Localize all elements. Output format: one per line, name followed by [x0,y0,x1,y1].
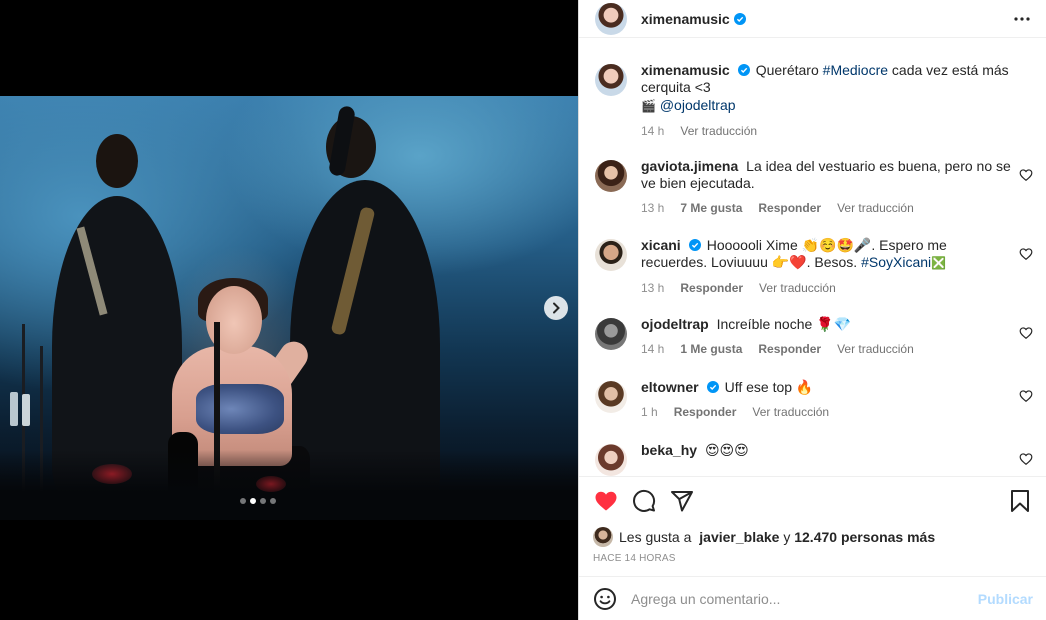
liker-username[interactable]: javier_blake [699,529,779,545]
comment-avatar[interactable] [595,381,627,413]
post-timestamp[interactable]: HACE 14 HORAS [593,553,1033,564]
heart-filled-icon [595,491,617,511]
comment-avatar[interactable] [595,444,627,476]
save-button[interactable] [1007,488,1033,514]
chevron-right-icon [553,302,560,314]
comment-time[interactable]: 13 h [641,280,664,297]
publish-button[interactable]: Publicar [978,591,1033,607]
caption-time[interactable]: 14 h [641,123,664,140]
likes-summary: Les gusta a javier_blake y 12.470 person… [593,527,1033,547]
comment-username[interactable]: ojodeltrap [641,316,709,332]
caption-avatar[interactable] [595,64,627,96]
comment-hashtag[interactable]: #SoyXicani [861,254,931,270]
reply-button[interactable]: Responder [680,280,743,297]
comment-item: gaviota.jimena La idea del vestuario es … [595,158,1035,217]
translate-link[interactable]: Ver traducción [752,404,829,421]
comment-item: eltowner Uff ese top 🔥 1 h Responder Ver … [595,379,1035,421]
stage-light [92,464,132,484]
translate-link[interactable]: Ver traducción [837,200,914,217]
verified-badge-icon [688,239,701,251]
more-options-button[interactable] [1010,8,1034,30]
comment-avatar[interactable] [595,160,627,192]
comment-time[interactable]: 14 h [641,341,664,358]
verified-badge-icon [737,64,750,76]
comment-item: beka_hy 😍😍😍 [595,442,1035,476]
translate-link[interactable]: Ver traducción [837,341,914,358]
post-actions: Les gusta a javier_blake y 12.470 person… [579,476,1046,568]
comment-composer: Publicar [579,576,1046,620]
comment-avatar[interactable] [595,318,627,350]
caption-hashtag[interactable]: #Mediocre [823,62,888,78]
reply-button[interactable]: Responder [674,404,737,421]
comment-username[interactable]: xicani [641,237,681,253]
comment-likes[interactable]: 1 Me gusta [680,341,742,358]
author-avatar[interactable] [595,2,627,35]
comment-likes[interactable]: 7 Me gusta [680,200,742,217]
more-horizontal-icon [1014,17,1030,21]
caption-text: Querétaro [755,62,823,78]
comment-button[interactable] [631,488,657,514]
verified-badge-icon [733,12,746,25]
reply-button[interactable]: Responder [758,341,821,358]
post-media [0,0,578,620]
like-comment-heart-icon[interactable] [1019,168,1033,182]
caption-translate-link[interactable]: Ver traducción [680,123,757,140]
smiley-icon [594,587,616,610]
comment-item: ojodeltrap Increíble noche 🌹💎 14 h 1 Me … [595,316,1035,358]
carousel-dot-active [250,498,256,504]
bookmark-icon [1011,490,1029,512]
caption-username[interactable]: ximenamusic [641,62,730,78]
like-comment-heart-icon[interactable] [1019,452,1033,466]
trumpet-player-head [96,134,138,188]
comment-time[interactable]: 13 h [641,200,664,217]
caption-credit-handle[interactable]: @ojodeltrap [660,97,736,113]
comment-avatar[interactable] [595,239,627,271]
comment-item: xicani Hoooooli Xime 👏☺️🤩🎤. Espero me rec… [595,237,1035,297]
emoji-picker-button[interactable] [593,587,617,611]
like-comment-heart-icon[interactable] [1019,247,1033,261]
carousel-indicator [240,498,276,504]
like-comment-heart-icon[interactable] [1019,389,1033,403]
carousel-dot [260,498,266,504]
action-row [593,487,1033,515]
comment-username[interactable]: eltowner [641,379,699,395]
audience-shadow [0,450,578,520]
bottle [10,392,18,426]
comment-username[interactable]: gaviota.jimena [641,158,738,174]
singer-top [196,384,284,434]
comment-username[interactable]: beka_hy [641,442,697,458]
post-sidebar: ximenamusic ximenamusic Querétaro #Medioc… [578,0,1046,620]
verified-badge-icon [706,381,719,393]
cross-mark-icon: ❎ [931,256,947,270]
comment-bubble-icon [633,489,656,512]
comment-time[interactable]: 1 h [641,404,658,421]
like-button[interactable] [593,488,619,514]
likes-count[interactable]: 12.470 personas más [794,529,935,545]
post-photo [0,96,578,520]
post-header: ximenamusic [579,0,1046,38]
next-slide-button[interactable] [544,296,568,320]
translate-link[interactable]: Ver traducción [759,280,836,297]
send-paper-plane-icon [671,491,693,512]
comment-input[interactable] [631,590,978,607]
post-caption: ximenamusic Querétaro #Mediocre cada vez … [595,62,1035,140]
likes-middle: y [779,529,795,545]
bottle-2 [22,394,30,426]
comments-list: ximenamusic Querétaro #Mediocre cada vez … [579,38,1046,476]
carousel-dot [240,498,246,504]
share-button[interactable] [669,488,695,514]
like-comment-heart-icon[interactable] [1019,326,1033,340]
stage-light-2 [256,476,286,492]
comment-text: Uff ese top 🔥 [724,379,814,395]
comment-text: Increíble noche 🌹💎 [716,316,852,332]
comment-text: 😍😍😍 [704,442,749,458]
reply-button[interactable]: Responder [758,200,821,217]
likes-prefix: Les gusta a [619,529,696,545]
author-username[interactable]: ximenamusic [641,11,730,27]
clapperboard-icon: 🎬 [641,99,656,113]
carousel-dot [270,498,276,504]
liker-avatar[interactable] [593,527,613,547]
